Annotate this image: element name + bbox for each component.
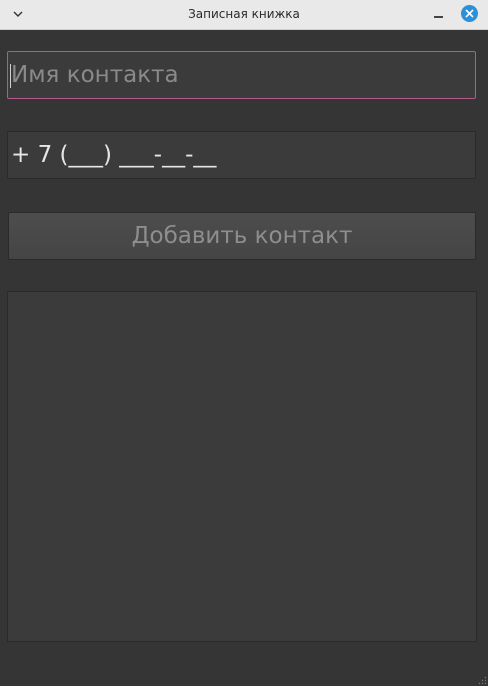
contact-name-placeholder: Имя контакта (11, 62, 179, 88)
add-contact-button[interactable]: Добавить контакт (8, 212, 476, 260)
minimize-button[interactable] (430, 5, 448, 23)
phone-number-input[interactable]: + 7 (___) ___-__-__ (7, 131, 476, 179)
contact-list[interactable] (7, 291, 477, 642)
main-window: Записная книжка Имя контакта + 7 (___) _… (0, 0, 488, 686)
window-title: Записная книжка (188, 7, 300, 21)
resize-grip-icon[interactable] (478, 676, 487, 685)
close-icon (465, 9, 474, 18)
close-button[interactable] (461, 5, 478, 22)
contact-name-input[interactable]: Имя контакта (7, 51, 476, 99)
title-bar[interactable]: Записная книжка (0, 0, 488, 30)
phone-number-mask: + 7 (___) ___-__-__ (11, 142, 217, 168)
